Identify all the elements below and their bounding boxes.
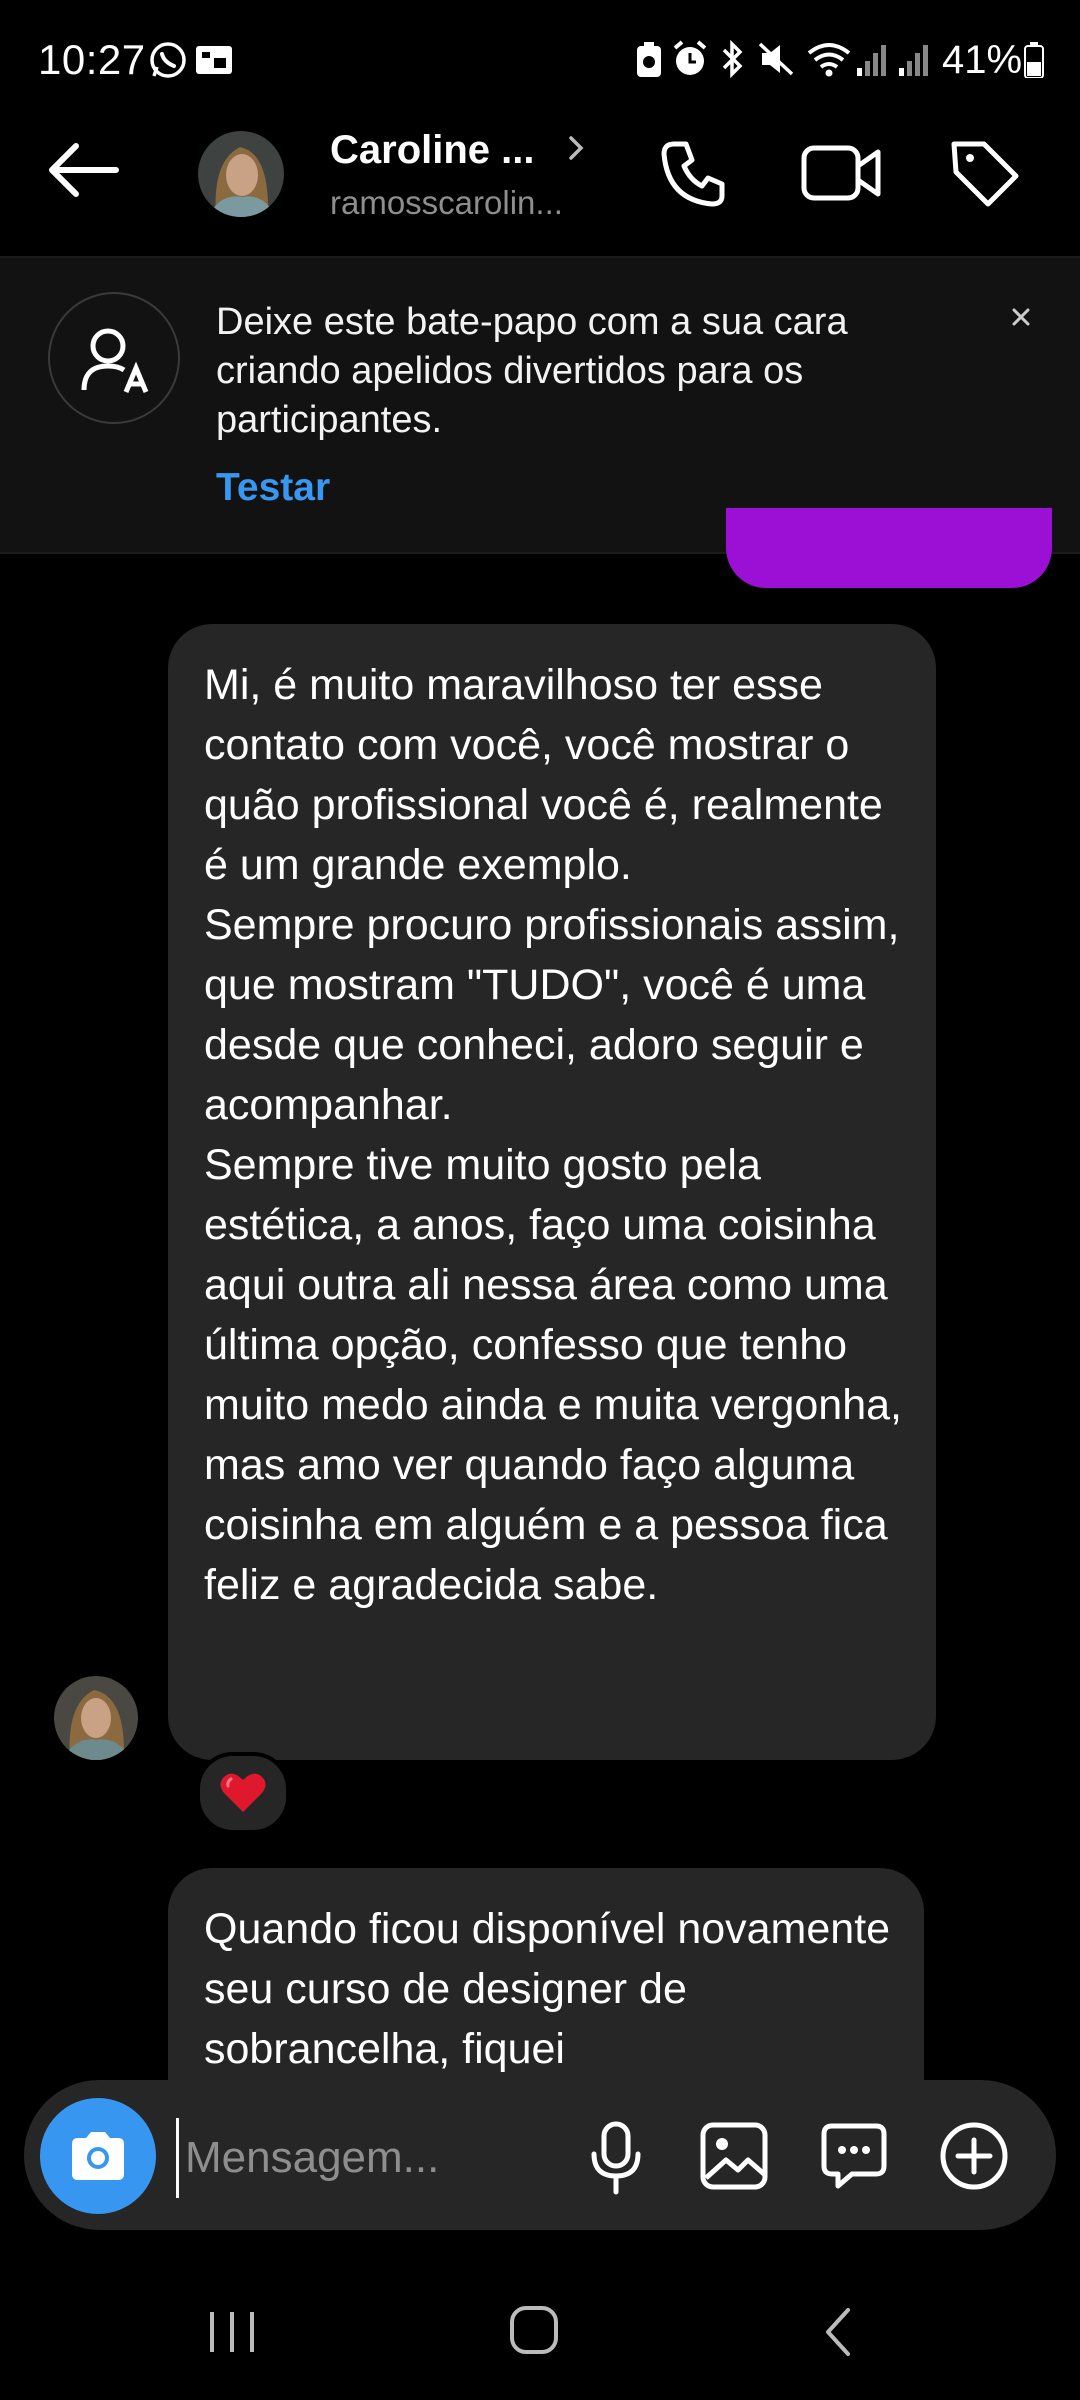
sticker-icon[interactable] — [818, 2120, 890, 2192]
battery-saver-icon — [636, 42, 662, 78]
try-button[interactable]: Testar — [216, 466, 330, 510]
received-message-bubble[interactable]: Mi, é muito maravilhoso ter esse contato… — [168, 624, 936, 1760]
clock: 10:27 — [38, 36, 146, 83]
banner-text: Deixe este bate-papo com a sua cara cria… — [216, 301, 848, 441]
video-call-icon[interactable] — [800, 138, 882, 208]
close-icon[interactable] — [1004, 300, 1038, 334]
nickname-icon — [48, 292, 180, 424]
status-bar: 10:27 41% — [0, 0, 1080, 120]
bluetooth-icon — [720, 40, 746, 78]
mute-icon — [758, 40, 794, 78]
navigation-bar — [0, 2260, 1080, 2400]
wifi-icon — [806, 40, 852, 78]
whatsapp-icon — [148, 40, 188, 80]
contact-username[interactable]: ramosscarolin... — [330, 184, 563, 222]
back-icon[interactable] — [818, 2304, 858, 2360]
media-icon — [194, 42, 234, 78]
battery-icon — [1024, 42, 1044, 78]
recent-apps-icon[interactable] — [206, 2308, 258, 2356]
reaction-badge[interactable] — [196, 1752, 290, 1834]
signal-icon — [856, 42, 886, 76]
sent-message-bubble[interactable] — [726, 508, 1052, 588]
phone-icon[interactable] — [656, 136, 730, 210]
chevron-right-icon[interactable] — [564, 132, 588, 164]
microphone-icon[interactable] — [584, 2118, 648, 2198]
home-icon[interactable] — [508, 2304, 560, 2356]
message-input[interactable] — [176, 2118, 565, 2198]
back-arrow-icon[interactable] — [44, 140, 124, 200]
tag-icon[interactable] — [948, 136, 1022, 210]
camera-icon — [68, 2130, 128, 2182]
contact-name[interactable]: Caroline ... — [330, 128, 535, 173]
battery-percentage: 41% — [942, 38, 1023, 82]
gallery-icon[interactable] — [698, 2120, 770, 2192]
add-icon[interactable] — [938, 2120, 1010, 2192]
signal-icon — [898, 42, 928, 76]
alarm-icon — [672, 40, 708, 78]
camera-button[interactable] — [40, 2098, 156, 2214]
heart-icon — [219, 1770, 267, 1814]
avatar[interactable] — [198, 131, 284, 217]
avatar[interactable] — [54, 1676, 138, 1760]
